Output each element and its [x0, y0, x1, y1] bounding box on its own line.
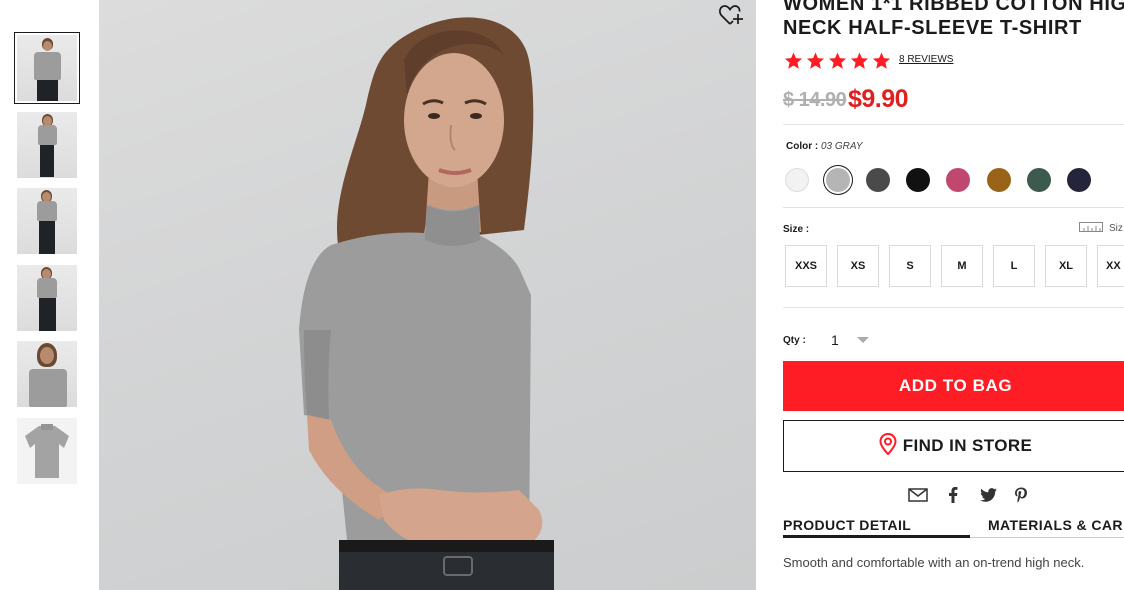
pinterest-share-icon[interactable] — [1011, 486, 1031, 504]
add-to-bag-label: ADD TO BAG — [898, 376, 1013, 395]
star-icon — [784, 52, 803, 69]
chevron-down-icon — [856, 337, 869, 343]
add-to-bag-button[interactable]: ADD TO BAG — [783, 361, 1124, 411]
tab-product-detail[interactable]: PRODUCT DETAIL — [783, 517, 911, 533]
star-icon — [850, 52, 869, 69]
size-option-xxl[interactable]: XX — [1097, 245, 1124, 287]
color-swatch-brown[interactable] — [987, 168, 1011, 192]
size-guide-link[interactable]: Siz — [1079, 222, 1123, 235]
quantity-value: 1 — [831, 332, 839, 348]
divider — [783, 207, 1124, 208]
email-share-icon[interactable] — [908, 486, 928, 504]
original-price: $ 14.90 — [783, 89, 847, 111]
product-title-line-2: NECK HALF-SLEEVE T-SHIRT — [783, 17, 1082, 39]
quantity-label: Qty : — [783, 335, 806, 346]
active-tab-indicator — [783, 535, 970, 538]
twitter-share-icon[interactable] — [978, 486, 998, 504]
star-rating — [783, 51, 892, 71]
find-in-store-label: FIND IN STORE — [902, 436, 1033, 455]
star-icon — [806, 52, 825, 69]
thumbnail-4[interactable] — [17, 265, 77, 331]
thumbnail-1[interactable] — [14, 32, 80, 104]
selected-color-name: 03 GRAY — [821, 141, 863, 152]
color-label: Color : 03 GRAY — [786, 141, 863, 152]
size-option-xxs[interactable]: XXS — [785, 245, 827, 287]
thumbnail-2[interactable] — [17, 112, 77, 178]
color-label-text: Color : — [786, 141, 819, 152]
thumbnail-3[interactable] — [17, 188, 77, 254]
color-swatch-green[interactable] — [1027, 168, 1051, 192]
color-swatch-gray[interactable] — [826, 168, 850, 192]
sale-price: $9.90 — [848, 85, 909, 113]
color-swatch-black[interactable] — [906, 168, 930, 192]
color-swatch-navy[interactable] — [1067, 168, 1091, 192]
product-title-line-1: WOMEN 1*1 RIBBED COTTON HIGH- — [783, 0, 1124, 15]
color-swatch-dark-gray[interactable] — [866, 168, 890, 192]
size-guide-label: Siz — [1109, 223, 1123, 234]
star-icon — [872, 52, 891, 69]
size-option-xs[interactable]: XS — [837, 245, 879, 287]
color-swatch-white[interactable] — [785, 168, 809, 192]
divider — [783, 124, 1124, 125]
star-icon — [828, 52, 847, 69]
location-pin-icon — [879, 432, 897, 460]
thumbnail-5[interactable] — [17, 341, 77, 407]
size-option-xl[interactable]: XL — [1045, 245, 1087, 287]
product-title: WOMEN 1*1 RIBBED COTTON HIGH- NECK HALF-… — [783, 0, 1124, 40]
thumbnail-6[interactable] — [17, 418, 77, 484]
color-swatch-pink[interactable] — [946, 168, 970, 192]
tab-materials-care[interactable]: MATERIALS & CAR — [988, 517, 1123, 533]
find-in-store-button[interactable]: FIND IN STORE — [783, 420, 1124, 472]
size-option-m[interactable]: M — [941, 245, 983, 287]
size-option-l[interactable]: L — [993, 245, 1035, 287]
size-label: Size : — [783, 224, 810, 235]
size-option-s[interactable]: S — [889, 245, 931, 287]
quantity-select[interactable]: 1 — [831, 329, 881, 351]
divider — [783, 307, 1124, 308]
main-product-image[interactable] — [99, 0, 756, 590]
product-description: Smooth and comfortable with an on-trend … — [783, 555, 1085, 570]
add-to-wishlist-icon[interactable] — [718, 4, 744, 28]
ruler-icon — [1079, 222, 1103, 235]
reviews-link[interactable]: 8 REVIEWS — [899, 54, 953, 65]
facebook-share-icon[interactable] — [943, 486, 963, 504]
